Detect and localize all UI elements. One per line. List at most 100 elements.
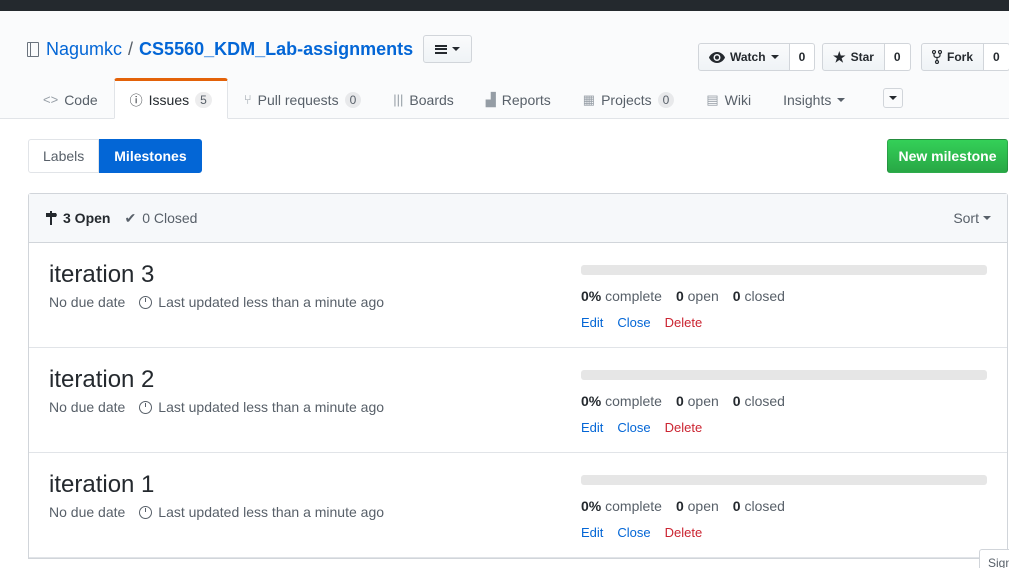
tab-insights[interactable]: Insights bbox=[767, 78, 861, 119]
new-milestone-button[interactable]: New milestone bbox=[887, 139, 1008, 173]
issues-counter: 5 bbox=[195, 91, 212, 108]
fork-button[interactable]: Fork bbox=[921, 43, 985, 71]
star-button[interactable]: ★ Star bbox=[822, 43, 885, 71]
top-header-bar bbox=[0, 0, 1009, 11]
sort-label: Sort bbox=[953, 210, 979, 226]
boards-icon: ||| bbox=[393, 92, 404, 107]
due-date: No due date bbox=[49, 399, 126, 415]
percent-complete: 0% complete bbox=[581, 393, 662, 409]
open-value: 0 bbox=[675, 393, 684, 409]
tab-code[interactable]: <> Code bbox=[27, 78, 114, 119]
last-updated-text: Last updated less than a minute ago bbox=[158, 504, 385, 520]
closed-count: 0 closed bbox=[733, 393, 785, 409]
milestone-actions: Edit Close Delete bbox=[581, 525, 702, 540]
percent-label: complete bbox=[605, 393, 662, 409]
tab-boards-label: Boards bbox=[409, 91, 454, 108]
repo-nav: <> Code ⓘ Issues 5 ⑂ Pull requests 0 |||… bbox=[27, 78, 904, 119]
clock-icon bbox=[139, 295, 153, 309]
percent-label: complete bbox=[605, 288, 662, 304]
fork-label: Fork bbox=[947, 50, 974, 64]
watch-label: Watch bbox=[730, 50, 766, 64]
watch-count[interactable]: 0 bbox=[789, 43, 816, 71]
repo-title: Nagumkc / CS5560_KDM_Lab-assignments bbox=[27, 35, 473, 63]
fork-icon bbox=[932, 50, 942, 64]
progress-bar bbox=[581, 475, 987, 485]
watch-group: Watch 0 bbox=[698, 43, 816, 71]
chevron-down-icon bbox=[889, 96, 898, 100]
chevron-down-icon bbox=[452, 47, 461, 51]
graph-icon: ▟ bbox=[485, 91, 496, 107]
sign-in-tooltip[interactable]: Sign bbox=[979, 549, 1009, 568]
close-link[interactable]: Close bbox=[617, 525, 650, 540]
milestone-stats: 0% complete 0 open 0 closed bbox=[581, 393, 785, 409]
tab-insights-label: Insights bbox=[783, 91, 832, 108]
open-label: open bbox=[687, 393, 719, 409]
edit-link[interactable]: Edit bbox=[581, 525, 603, 540]
code-icon: <> bbox=[43, 92, 59, 107]
clock-icon bbox=[139, 505, 153, 519]
tab-projects[interactable]: ▦ Projects 0 bbox=[567, 78, 691, 119]
milestone-title[interactable]: iteration 2 bbox=[49, 366, 154, 394]
last-updated-text: Last updated less than a minute ago bbox=[158, 294, 385, 310]
repo-owner-link[interactable]: Nagumkc bbox=[46, 39, 122, 60]
open-label: open bbox=[687, 288, 719, 304]
percent-value: 0% bbox=[581, 393, 602, 409]
milestone-title[interactable]: iteration 1 bbox=[49, 471, 154, 499]
percent-complete: 0% complete bbox=[581, 288, 662, 304]
closed-value: 0 bbox=[732, 288, 741, 304]
labels-link[interactable]: Labels bbox=[28, 139, 100, 173]
percent-value: 0% bbox=[581, 288, 602, 304]
milestone-meta: No due date Last updated less than a min… bbox=[49, 294, 384, 310]
fork-count[interactable]: 0 bbox=[984, 43, 1009, 71]
issue-opened-icon: ⓘ bbox=[129, 93, 143, 108]
tab-pull-requests[interactable]: ⑂ Pull requests 0 bbox=[228, 78, 377, 119]
repo-name-link[interactable]: CS5560_KDM_Lab-assignments bbox=[139, 39, 413, 60]
open-filter[interactable]: 3 Open bbox=[45, 210, 110, 226]
tab-wiki[interactable]: ▤ Wiki bbox=[690, 78, 767, 119]
tab-pulls-label: Pull requests bbox=[257, 91, 339, 108]
last-updated: Last updated less than a minute ago bbox=[139, 294, 384, 310]
progress-bar bbox=[581, 370, 987, 380]
close-link[interactable]: Close bbox=[617, 315, 650, 330]
milestones-filter-bar: 3 Open ✔ 0 Closed Sort bbox=[29, 194, 1007, 243]
delete-link[interactable]: Delete bbox=[665, 315, 703, 330]
tab-wiki-label: Wiki bbox=[724, 91, 752, 108]
delete-link[interactable]: Delete bbox=[665, 420, 703, 435]
milestone-item: iteration 3 No due date Last updated les… bbox=[29, 243, 1007, 348]
percent-label: complete bbox=[605, 498, 662, 514]
clock-icon bbox=[139, 400, 153, 414]
milestone-item: iteration 1 No due date Last updated les… bbox=[29, 453, 1007, 558]
milestone-title[interactable]: iteration 3 bbox=[49, 261, 154, 289]
more-tabs-button[interactable] bbox=[883, 88, 904, 108]
tab-boards[interactable]: ||| Boards bbox=[377, 78, 470, 119]
close-link[interactable]: Close bbox=[617, 420, 650, 435]
star-icon: ★ bbox=[833, 48, 846, 65]
star-count[interactable]: 0 bbox=[884, 43, 911, 71]
repo-icon bbox=[27, 41, 39, 57]
percent-complete: 0% complete bbox=[581, 498, 662, 514]
repo-menu-button[interactable] bbox=[423, 35, 473, 63]
milestones-link[interactable]: Milestones bbox=[99, 139, 202, 173]
sort-menu[interactable]: Sort bbox=[953, 210, 991, 226]
open-count: 0 open bbox=[676, 498, 719, 514]
tab-issues[interactable]: ⓘ Issues 5 bbox=[113, 78, 228, 119]
chevron-down-icon bbox=[983, 216, 991, 220]
tab-issues-label: Issues bbox=[148, 91, 190, 108]
star-label: Star bbox=[850, 50, 874, 64]
due-date: No due date bbox=[49, 504, 126, 520]
milestone-stats: 0% complete 0 open 0 closed bbox=[581, 288, 785, 304]
closed-filter[interactable]: ✔ 0 Closed bbox=[124, 210, 197, 227]
watch-button[interactable]: Watch bbox=[698, 43, 790, 71]
milestone-actions: Edit Close Delete bbox=[581, 315, 702, 330]
tab-reports-label: Reports bbox=[501, 91, 551, 108]
edit-link[interactable]: Edit bbox=[581, 315, 603, 330]
eye-icon bbox=[709, 51, 725, 63]
delete-link[interactable]: Delete bbox=[665, 525, 703, 540]
chevron-down-icon bbox=[837, 97, 846, 102]
projects-counter: 0 bbox=[657, 91, 675, 108]
edit-link[interactable]: Edit bbox=[581, 420, 603, 435]
milestone-item: iteration 2 No due date Last updated les… bbox=[29, 348, 1007, 453]
closed-count: 0 closed bbox=[733, 288, 785, 304]
tab-reports[interactable]: ▟ Reports bbox=[470, 78, 567, 119]
book-icon: ▤ bbox=[706, 91, 719, 107]
